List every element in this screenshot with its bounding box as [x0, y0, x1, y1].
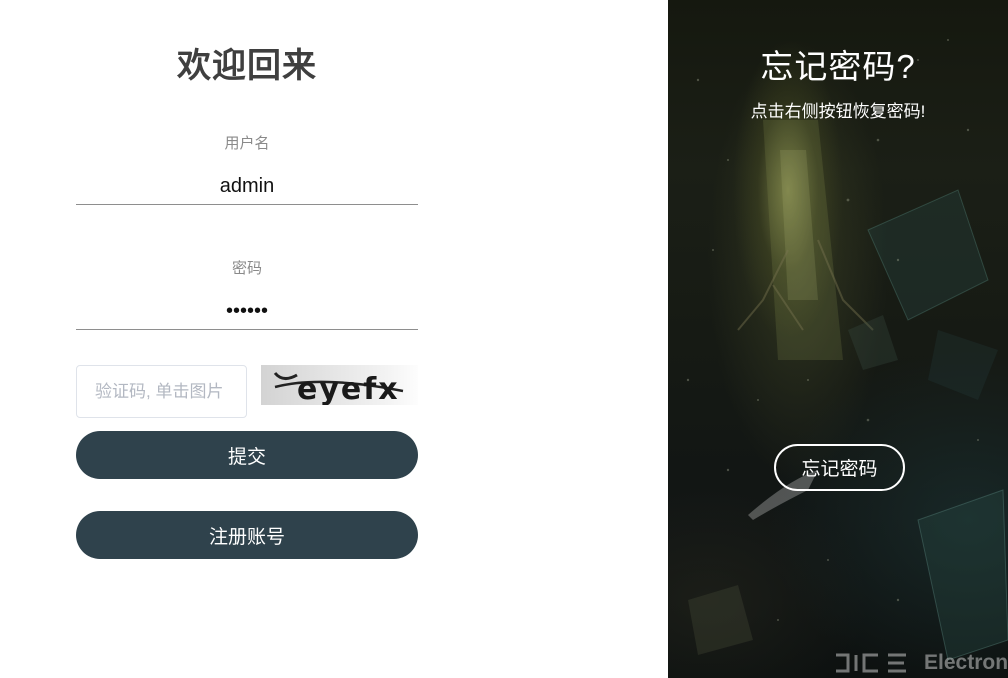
username-input[interactable]	[76, 169, 418, 205]
username-label: 用户名	[224, 135, 270, 152]
captcha-image[interactable]: eyefx	[261, 365, 418, 405]
forgot-title: 忘记密码?	[760, 48, 916, 85]
forgot-subtitle: 点击右侧按钮恢复密码!	[750, 102, 926, 121]
login-page: 欢迎回来 用户名 密码 eyefx 提交 注册账号	[0, 0, 1008, 678]
forgot-password-panel: 忘记密码? 点击右侧按钮恢复密码! 忘记密码 Electron	[668, 0, 1008, 678]
submit-button[interactable]: 提交	[76, 431, 418, 479]
password-label: 密码	[231, 260, 262, 277]
dice-logo-icon	[836, 653, 906, 673]
forgot-password-button[interactable]: 忘记密码	[774, 444, 905, 491]
captcha-input[interactable]	[76, 365, 247, 418]
captcha-graphic: eyefx	[273, 371, 404, 405]
watermark: Electron	[834, 650, 1008, 676]
watermark-text: Electron	[924, 651, 1008, 674]
register-button[interactable]: 注册账号	[76, 511, 418, 559]
password-input[interactable]	[76, 294, 418, 330]
login-panel: 欢迎回来 用户名 密码 eyefx 提交 注册账号	[0, 0, 668, 678]
login-title: 欢迎回来	[177, 47, 317, 85]
captcha-text: eyefx	[297, 372, 400, 405]
